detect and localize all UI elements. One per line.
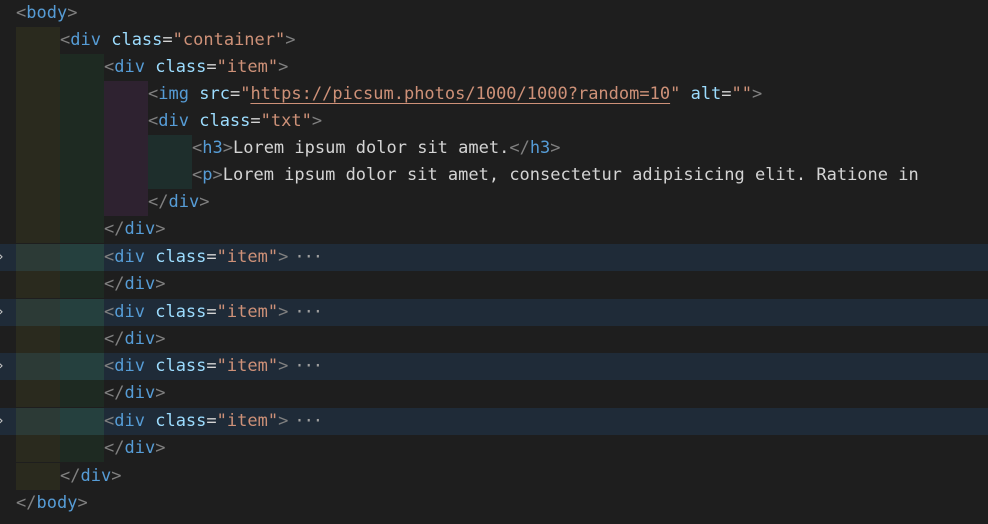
indent-guide — [60, 189, 104, 216]
code-line-item-close[interactable]: </div> — [0, 435, 988, 462]
code-content: <body> — [16, 3, 78, 23]
indent-guide — [16, 271, 60, 298]
code-content: <img src="https://picsum.photos/1000/100… — [148, 84, 763, 104]
indent-guide — [60, 81, 104, 108]
indent-guide — [16, 463, 60, 490]
code-content: <p>Lorem ipsum dolor sit amet, consectet… — [192, 165, 919, 185]
indent-guide — [60, 380, 104, 407]
code-line-container-close[interactable]: </div> — [0, 463, 988, 490]
code-content: <div class="item"> ··· — [104, 302, 323, 322]
indent-guide — [16, 380, 60, 407]
folded-ellipsis[interactable]: ··· — [294, 302, 323, 322]
indent-guide — [16, 108, 60, 135]
code-line-p[interactable]: <p>Lorem ipsum dolor sit amet, consectet… — [0, 162, 988, 189]
code-content: </div> — [104, 383, 166, 403]
code-line-container-open[interactable]: <div class="container"> — [0, 27, 988, 54]
code-content: </div> — [148, 192, 210, 212]
indent-guide — [16, 162, 60, 189]
code-content: </body> — [16, 493, 88, 513]
indent-guide — [104, 108, 148, 135]
indent-guide — [60, 408, 104, 435]
code-content: <div class="item"> ··· — [104, 356, 323, 376]
indent-guide — [60, 435, 104, 462]
indent-guide — [60, 108, 104, 135]
code-line-item-folded[interactable]: › <div class="item">··· — [0, 299, 988, 326]
indent-guide — [60, 135, 104, 162]
code-line-item-folded[interactable]: › <div class="item">··· — [0, 408, 988, 435]
indent-guide — [60, 54, 104, 81]
indent-guide — [16, 54, 60, 81]
code-content: </div> — [104, 274, 166, 294]
indent-guide — [148, 162, 192, 189]
folded-ellipsis[interactable]: ··· — [294, 356, 323, 376]
code-content: <div class="txt"> — [148, 111, 323, 131]
indent-guide — [16, 435, 60, 462]
code-editor[interactable]: <body> <div class="container"> <div clas… — [0, 0, 988, 524]
indent-guide — [60, 244, 104, 271]
code-line-h3[interactable]: <h3>Lorem ipsum dolor sit amet.</h3> — [0, 135, 988, 162]
code-content: <div class="item"> ··· — [104, 247, 323, 267]
code-line-item-close[interactable]: </div> — [0, 326, 988, 353]
code-content: <div class="container"> — [60, 30, 296, 50]
indent-guide — [16, 244, 60, 271]
indent-guide — [60, 216, 104, 243]
chevron-right-icon[interactable]: › — [0, 244, 4, 271]
indent-guide — [104, 162, 148, 189]
code-line-img[interactable]: <img src="https://picsum.photos/1000/100… — [0, 81, 988, 108]
code-content: <div class="item"> — [104, 57, 289, 77]
code-content: <div class="item"> ··· — [104, 411, 323, 431]
indent-guide — [16, 326, 60, 353]
url-link[interactable]: https://picsum.photos/1000/1000?random=1… — [250, 84, 670, 104]
code-line-txt-open[interactable]: <div class="txt"> — [0, 108, 988, 135]
indent-guide — [16, 81, 60, 108]
code-line-item-close[interactable]: </div> — [0, 216, 988, 243]
code-content: </div> — [104, 219, 166, 239]
code-line-body-close[interactable]: </body> — [0, 490, 988, 517]
indent-guide — [60, 271, 104, 298]
indent-guide — [60, 162, 104, 189]
indent-guide — [16, 216, 60, 243]
chevron-right-icon[interactable]: › — [0, 299, 4, 326]
indent-guide — [16, 408, 60, 435]
chevron-right-icon[interactable]: › — [0, 353, 4, 380]
code-line-item-folded[interactable]: › <div class="item">··· — [0, 353, 988, 380]
indent-guide — [16, 189, 60, 216]
chevron-right-icon[interactable]: › — [0, 408, 4, 435]
code-content: <h3>Lorem ipsum dolor sit amet.</h3> — [192, 138, 561, 158]
code-content: </div> — [104, 438, 166, 458]
indent-guide — [16, 135, 60, 162]
indent-guide — [16, 353, 60, 380]
folded-ellipsis[interactable]: ··· — [294, 247, 323, 267]
indent-guide — [60, 326, 104, 353]
indent-guide — [104, 135, 148, 162]
indent-guide — [16, 299, 60, 326]
code-content: </div> — [104, 329, 166, 349]
code-line-txt-close[interactable]: </div> — [0, 189, 988, 216]
code-line-item-folded[interactable]: › <div class="item">··· — [0, 244, 988, 271]
code-line-item-close[interactable]: </div> — [0, 380, 988, 407]
code-line-item-open[interactable]: <div class="item"> — [0, 54, 988, 81]
indent-guide — [104, 81, 148, 108]
indent-guide — [60, 299, 104, 326]
indent-guide — [148, 135, 192, 162]
code-line-item-close[interactable]: </div> — [0, 271, 988, 298]
code-line-body-open[interactable]: <body> — [0, 0, 988, 27]
indent-guide — [60, 353, 104, 380]
indent-guide — [16, 27, 60, 54]
code-content: </div> — [60, 466, 122, 486]
folded-ellipsis[interactable]: ··· — [294, 411, 323, 431]
indent-guide — [104, 189, 148, 216]
